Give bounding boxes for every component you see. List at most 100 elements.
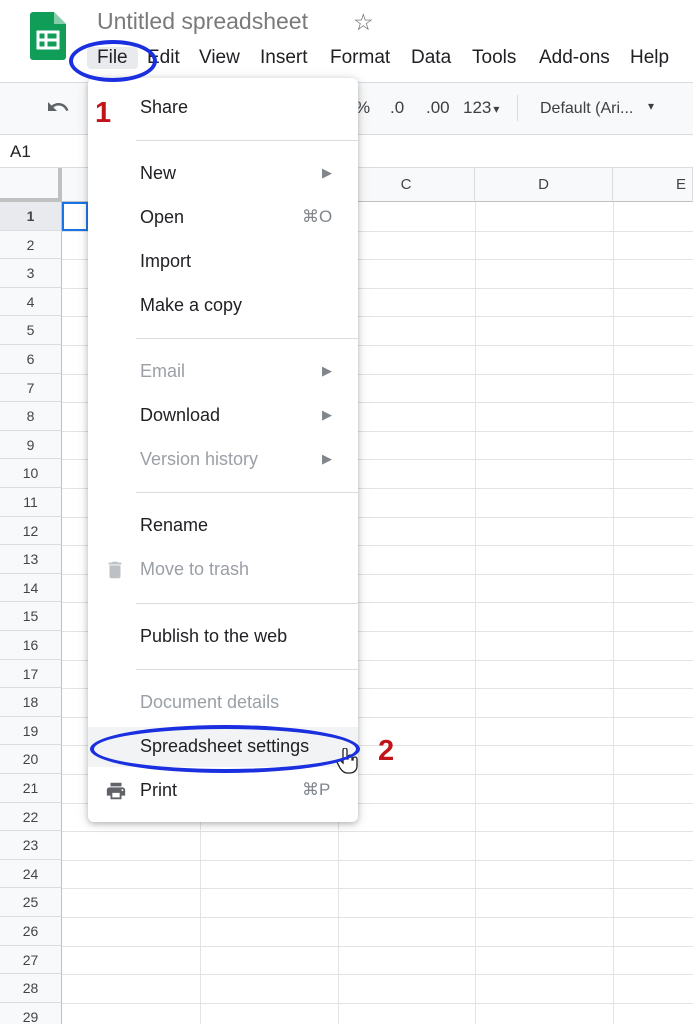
row-header[interactable]: 26 [0,917,62,946]
menu-item-version-history[interactable]: Version history ▶ [88,440,358,480]
menu-item-label: Email [140,361,186,381]
menu-help[interactable]: Help [630,47,669,69]
decrease-decimal-button[interactable]: .0 [390,98,404,118]
row-gridline [62,917,693,918]
document-title[interactable]: Untitled spreadsheet [97,8,308,35]
column-gridline [613,202,614,1024]
submenu-arrow-icon: ▶ [322,165,332,180]
menu-addons[interactable]: Add-ons [539,47,610,69]
menu-data[interactable]: Data [411,47,451,69]
row-header[interactable]: 14 [0,573,62,603]
menu-item-label: Import [140,251,192,271]
row-header[interactable]: 9 [0,430,62,460]
font-dropdown[interactable]: Default (Ari... [540,100,633,118]
menu-item-make-copy[interactable]: Make a copy [88,286,358,326]
row-gridline [62,1002,693,1004]
menu-view[interactable]: View [199,47,240,69]
menu-divider [136,338,358,339]
row-header[interactable]: 27 [0,945,62,975]
menu-item-share[interactable]: Share [88,88,358,128]
row-header[interactable]: 15 [0,602,62,631]
number-format-dropdown[interactable]: 123 ▾ [463,98,499,118]
annotation-circle-settings [90,725,360,773]
menu-item-download[interactable]: Download ▶ [88,396,358,436]
row-header[interactable]: 13 [0,545,62,574]
row-header[interactable]: 22 [0,802,62,832]
annotation-step-2: 2 [378,735,395,767]
menu-item-document-details[interactable]: Document details [88,683,358,723]
selected-cell-a1[interactable] [62,202,88,231]
trash-icon [104,559,128,581]
menu-divider [136,140,358,141]
row-header[interactable]: 4 [0,287,62,317]
menu-item-move-to-trash[interactable]: Move to trash [88,550,358,590]
star-icon[interactable]: ☆ [353,9,374,36]
row-gridline [62,831,693,833]
select-all-corner[interactable] [0,168,62,202]
row-header[interactable]: 21 [0,774,62,803]
keyboard-shortcut: ⌘O [302,207,333,226]
name-box[interactable]: A1 [10,142,31,162]
row-header[interactable]: 3 [0,259,62,288]
menu-format[interactable]: Format [330,47,390,69]
column-header-e[interactable]: E [613,168,693,202]
sheets-logo-icon[interactable] [30,12,66,60]
menu-item-label: Rename [140,515,209,535]
number-format-label: 123 [463,98,492,117]
menu-item-new[interactable]: New ▶ [88,154,358,194]
menu-item-label: New [140,163,177,183]
decrease-decimal-label: .0 [390,98,405,117]
menu-item-print[interactable]: Print ⌘P [88,771,358,811]
row-header[interactable]: 20 [0,745,62,774]
menu-item-label: Publish to the web [140,626,288,646]
file-menu-dropdown: Share New ▶ Open ⌘O Import Make a copy E… [88,78,358,822]
column-header-d[interactable]: D [475,168,613,202]
menu-item-label: Download [140,405,221,425]
row-header[interactable]: 11 [0,488,62,517]
column-gridline [475,202,476,1024]
row-header[interactable]: 12 [0,516,62,546]
menu-item-publish[interactable]: Publish to the web [88,617,358,657]
menu-tools[interactable]: Tools [472,47,516,69]
keyboard-shortcut: ⌘P [302,780,331,799]
menu-item-label: Document details [140,692,280,712]
printer-icon [104,780,128,802]
row-header[interactable]: 23 [0,831,62,860]
increase-decimal-button[interactable]: .00 [426,98,450,118]
menu-item-email[interactable]: Email ▶ [88,352,358,392]
submenu-arrow-icon: ▶ [322,407,332,422]
row-header[interactable]: 19 [0,716,62,746]
row-gridline [62,974,693,976]
row-header[interactable]: 7 [0,373,62,403]
row-header[interactable]: 5 [0,316,62,345]
menu-item-label: Share [140,97,189,117]
row-header[interactable]: 8 [0,402,62,431]
menu-item-label: Move to trash [140,559,250,579]
menu-insert[interactable]: Insert [260,47,308,69]
menu-item-import[interactable]: Import [88,242,358,282]
chevron-down-icon: ▾ [493,102,500,116]
column-header-c[interactable]: C [338,168,475,202]
menu-item-open[interactable]: Open ⌘O [88,198,358,238]
annotation-step-1: 1 [95,97,112,129]
row-gridline [62,859,693,861]
row-header[interactable]: 10 [0,459,62,488]
row-header[interactable]: 29 [0,1002,62,1024]
row-header[interactable]: 18 [0,688,62,717]
row-header[interactable]: 25 [0,888,62,917]
row-header[interactable]: 16 [0,631,62,660]
row-header[interactable]: 17 [0,659,62,689]
annotation-circle-file [69,40,157,82]
row-header[interactable]: 2 [0,230,62,260]
menu-item-rename[interactable]: Rename [88,506,358,546]
menu-item-label: Make a copy [140,295,243,315]
row-header[interactable]: 1 [0,202,62,231]
row-header[interactable]: 6 [0,345,62,374]
menu-item-label: Open [140,207,185,227]
menu-divider [136,603,358,604]
row-header[interactable]: 28 [0,974,62,1003]
chevron-down-icon[interactable]: ▾ [648,99,654,113]
submenu-arrow-icon: ▶ [322,451,332,466]
undo-icon[interactable] [46,95,70,124]
row-header[interactable]: 24 [0,859,62,889]
